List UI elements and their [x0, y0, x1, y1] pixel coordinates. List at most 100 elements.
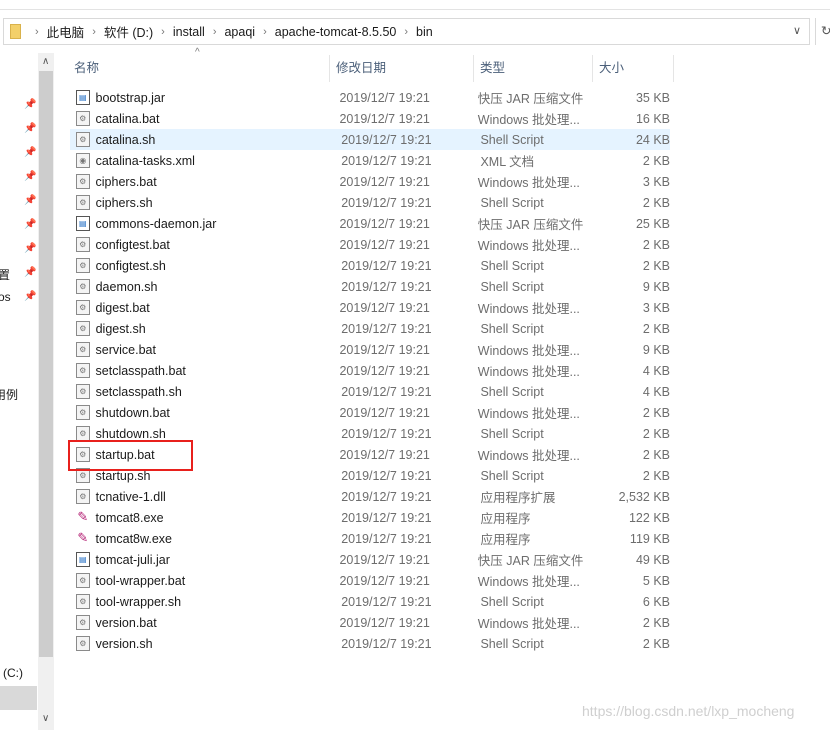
- file-row[interactable]: ⚙ tcnative-1.dll 2019/12/7 19:21 应用程序扩展 …: [70, 486, 670, 507]
- file-date: 2019/12/7 19:21: [341, 153, 432, 168]
- file-name: version.bat: [95, 615, 157, 630]
- breadcrumb-tomcat[interactable]: apache-tomcat-8.5.50: [275, 25, 397, 39]
- file-size: 2 KB: [642, 237, 670, 252]
- file-row[interactable]: ▤ bootstrap.jar 2019/12/7 19:21 快压 JAR 压…: [70, 87, 670, 108]
- refresh-icon[interactable]: ↻: [815, 18, 830, 45]
- file-type: Shell Script: [480, 258, 544, 273]
- file-date: 2019/12/7 19:21: [341, 636, 432, 651]
- column-name[interactable]: 名称: [68, 55, 330, 82]
- pin-icon: 📌: [24, 243, 37, 254]
- file-size: 119 KB: [629, 531, 670, 546]
- file-date: 2019/12/7 19:21: [339, 90, 430, 105]
- breadcrumb-this-pc[interactable]: 此电脑: [47, 22, 85, 41]
- file-row[interactable]: ⚙ version.bat 2019/12/7 19:21 Windows 批处…: [70, 612, 670, 633]
- file-row[interactable]: ⚙ configtest.sh 2019/12/7 19:21 Shell Sc…: [70, 255, 670, 276]
- breadcrumb-apaqi[interactable]: apaqi: [224, 25, 255, 39]
- file-row[interactable]: ⚙ service.bat 2019/12/7 19:21 Windows 批处…: [70, 339, 670, 360]
- pin-icon: 📌: [24, 219, 37, 230]
- file-size: 4 KB: [642, 384, 670, 399]
- file-row[interactable]: ✎ tomcat8w.exe 2019/12/7 19:21 应用程序 119 …: [70, 528, 670, 549]
- file-date: 2019/12/7 19:21: [341, 132, 432, 147]
- script-file-icon: ⚙: [76, 363, 90, 378]
- file-row[interactable]: ⚙ digest.bat 2019/12/7 19:21 Windows 批处理…: [70, 297, 670, 318]
- file-row[interactable]: ⚙ setclasspath.sh 2019/12/7 19:21 Shell …: [70, 381, 670, 402]
- address-bar[interactable]: › 此电脑 › 软件 (D:) › install › apaqi › apac…: [3, 18, 810, 45]
- file-size: 2 KB: [642, 195, 670, 210]
- file-name: daemon.sh: [95, 279, 158, 294]
- column-date-modified[interactable]: 修改日期: [330, 55, 474, 82]
- pin-icon: 📌: [24, 171, 37, 182]
- file-size: 9 KB: [642, 279, 670, 294]
- file-size: 2 KB: [642, 615, 670, 630]
- file-row[interactable]: ▤ commons-daemon.jar 2019/12/7 19:21 快压 …: [70, 213, 670, 234]
- file-type: Windows 批处理...: [477, 176, 580, 190]
- nav-item[interactable]: os: [0, 290, 11, 304]
- nav-item[interactable]: 用例: [0, 386, 18, 403]
- scrollbar-thumb[interactable]: [39, 71, 53, 657]
- file-row[interactable]: ✎ tomcat8.exe 2019/12/7 19:21 应用程序 122 K…: [70, 507, 670, 528]
- script-file-icon: ⚙: [76, 195, 90, 210]
- script-file-icon: ⚙: [76, 279, 90, 294]
- file-type: Windows 批处理...: [477, 365, 580, 379]
- file-date: 2019/12/7 19:21: [339, 615, 430, 630]
- column-size[interactable]: 大小: [593, 55, 674, 82]
- file-row[interactable]: ◉ catalina-tasks.xml 2019/12/7 19:21 XML…: [70, 150, 670, 171]
- file-date: 2019/12/7 19:21: [339, 111, 430, 126]
- file-date: 2019/12/7 19:21: [341, 258, 432, 273]
- file-date: 2019/12/7 19:21: [341, 321, 432, 336]
- file-name: configtest.bat: [95, 237, 170, 252]
- pin-icon: 📌: [24, 147, 37, 158]
- script-file-icon: ⚙: [76, 111, 90, 126]
- chevron-down-icon[interactable]: ∨: [793, 24, 801, 37]
- scroll-down-icon[interactable]: ∨: [42, 713, 49, 724]
- file-row[interactable]: ⚙ configtest.bat 2019/12/7 19:21 Windows…: [70, 234, 670, 255]
- chevron-right-icon: ›: [92, 25, 96, 38]
- file-type: Windows 批处理...: [477, 302, 580, 316]
- breadcrumb-bin[interactable]: bin: [416, 25, 433, 39]
- nav-item-selected[interactable]: [0, 686, 37, 710]
- pin-icon: 📌: [24, 291, 37, 302]
- column-type[interactable]: 类型: [474, 55, 593, 82]
- file-type: 应用程序: [480, 533, 531, 547]
- file-size: 35 KB: [635, 90, 670, 105]
- file-row[interactable]: ⚙ shutdown.bat 2019/12/7 19:21 Windows 批…: [70, 402, 670, 423]
- file-name: service.bat: [95, 342, 156, 357]
- file-date: 2019/12/7 19:21: [339, 237, 430, 252]
- file-type: Shell Script: [480, 195, 544, 210]
- file-row[interactable]: ⚙ ciphers.bat 2019/12/7 19:21 Windows 批处…: [70, 171, 670, 192]
- file-row[interactable]: ▤ tomcat-juli.jar 2019/12/7 19:21 快压 JAR…: [70, 549, 670, 570]
- file-type: Windows 批处理...: [477, 239, 580, 253]
- file-row[interactable]: ⚙ daemon.sh 2019/12/7 19:21 Shell Script…: [70, 276, 670, 297]
- breadcrumb-drive-d[interactable]: 软件 (D:): [104, 22, 153, 41]
- file-row[interactable]: ⚙ ciphers.sh 2019/12/7 19:21 Shell Scrip…: [70, 192, 670, 213]
- pin-icon: 📌: [24, 195, 37, 206]
- ribbon-edge: [0, 0, 830, 10]
- jar-file-icon: ▤: [76, 90, 90, 105]
- nav-item-drive-c[interactable]: (C:): [3, 666, 23, 680]
- file-name: setclasspath.bat: [95, 363, 186, 378]
- chevron-right-icon: ›: [161, 25, 165, 38]
- file-row[interactable]: ⚙ tool-wrapper.sh 2019/12/7 19:21 Shell …: [70, 591, 670, 612]
- file-date: 2019/12/7 19:21: [341, 489, 432, 504]
- file-type: Windows 批处理...: [477, 344, 580, 358]
- nav-scrollbar[interactable]: ∧ ∨: [38, 53, 54, 730]
- script-file-icon: ⚙: [76, 573, 90, 588]
- scroll-up-icon[interactable]: ∧: [42, 56, 49, 67]
- file-date: 2019/12/7 19:21: [341, 426, 432, 441]
- file-size: 5 KB: [642, 573, 670, 588]
- breadcrumb-install[interactable]: install: [173, 25, 205, 39]
- file-row[interactable]: ⚙ catalina.sh 2019/12/7 19:21 Shell Scri…: [70, 129, 670, 150]
- file-row[interactable]: ⚙ digest.sh 2019/12/7 19:21 Shell Script…: [70, 318, 670, 339]
- file-row[interactable]: ⚙ setclasspath.bat 2019/12/7 19:21 Windo…: [70, 360, 670, 381]
- nav-item[interactable]: 置: [0, 266, 10, 283]
- file-row[interactable]: ⚙ catalina.bat 2019/12/7 19:21 Windows 批…: [70, 108, 670, 129]
- file-date: 2019/12/7 19:21: [341, 510, 432, 525]
- file-row[interactable]: ⚙ tool-wrapper.bat 2019/12/7 19:21 Windo…: [70, 570, 670, 591]
- file-date: 2019/12/7 19:21: [339, 216, 430, 231]
- file-row[interactable]: ⚙ version.sh 2019/12/7 19:21 Shell Scrip…: [70, 633, 670, 654]
- file-type: Shell Script: [480, 468, 544, 483]
- file-size: 4 KB: [642, 363, 670, 378]
- file-type: 快压 JAR 压缩文件: [477, 218, 584, 232]
- file-name: ciphers.bat: [95, 174, 157, 189]
- script-file-icon: ⚙: [76, 132, 90, 147]
